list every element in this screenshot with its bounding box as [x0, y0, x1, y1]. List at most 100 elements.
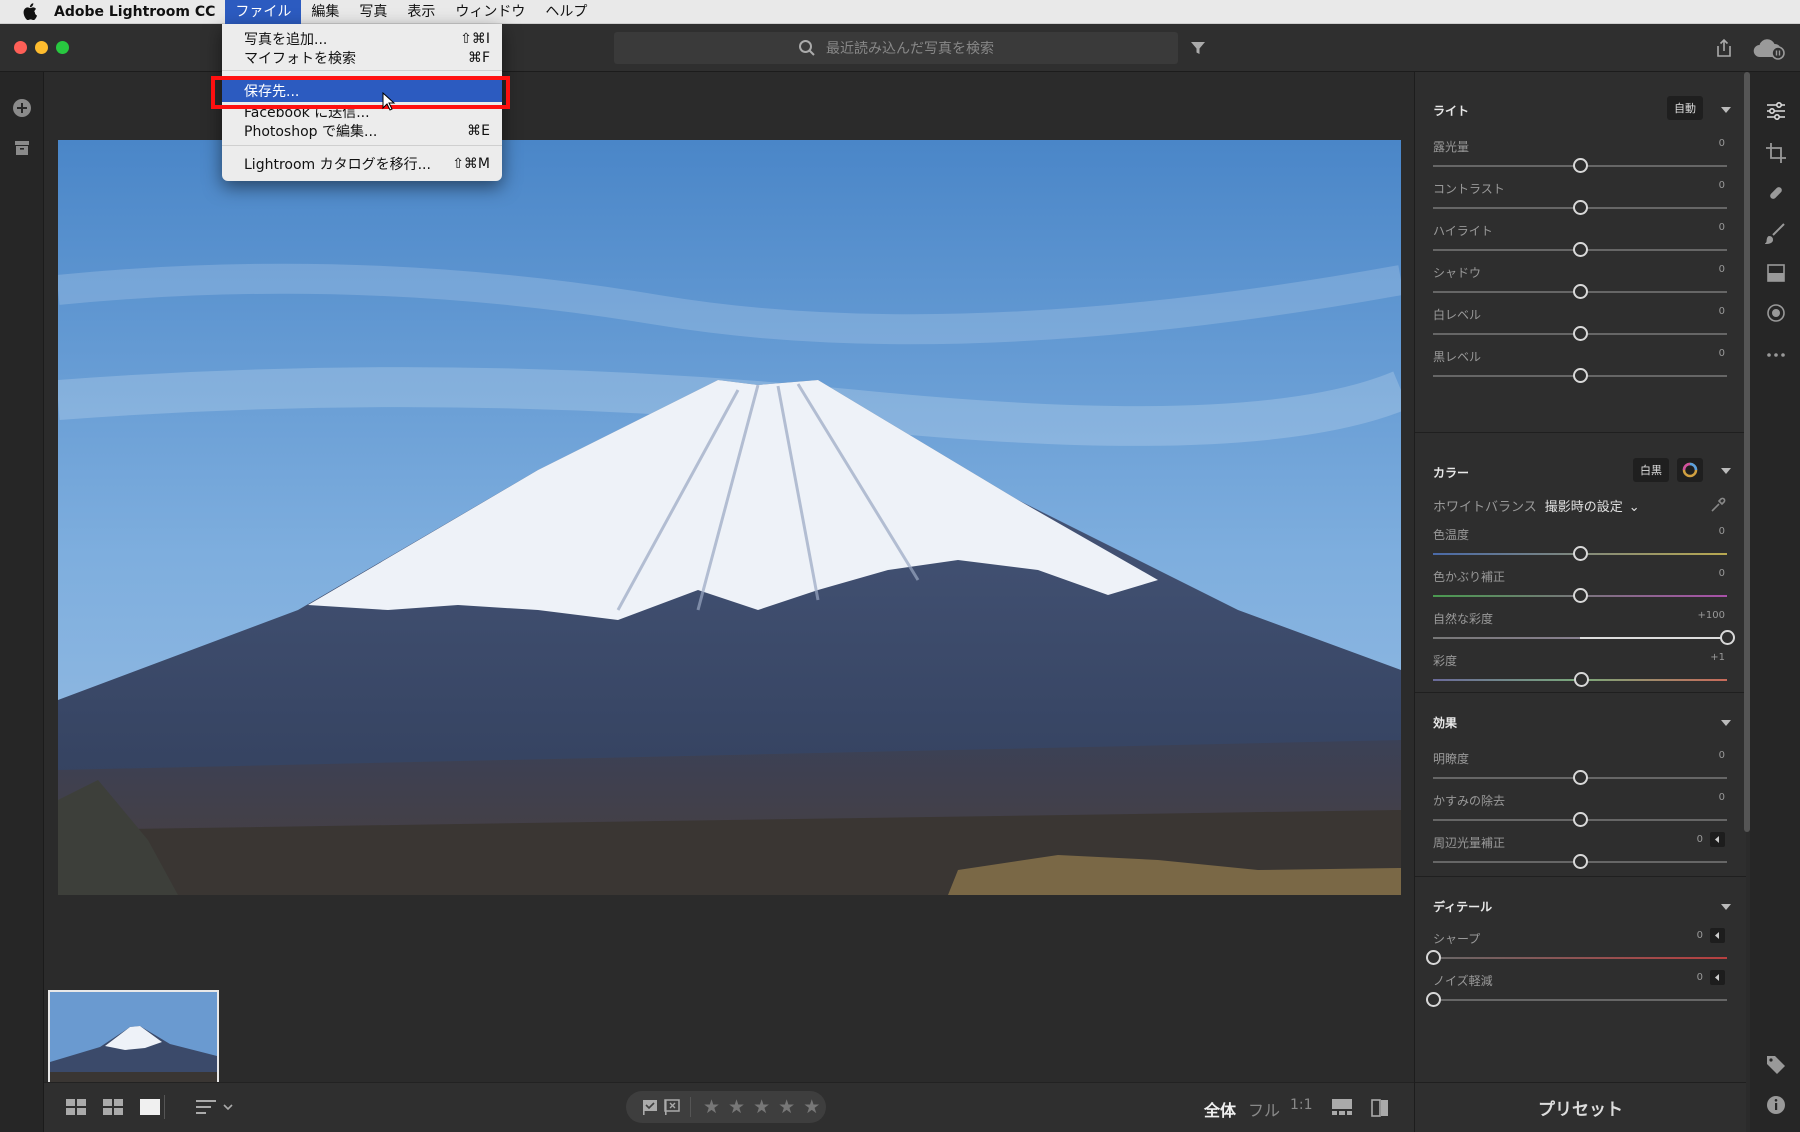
menu-item-migrate-catalog[interactable]: Lightroom カタログを移行... ⇧⌘M	[222, 153, 502, 175]
slider-track[interactable]	[1433, 999, 1727, 1001]
menu-view[interactable]: 表示	[397, 0, 445, 24]
effects-slider-0[interactable]: 明瞭度 0	[1433, 750, 1727, 790]
light-section-title[interactable]: ライト	[1433, 102, 1469, 119]
star-4[interactable]: ★	[778, 1096, 795, 1118]
healing-brush-icon[interactable]	[1765, 182, 1787, 204]
light-slider-3[interactable]: シャドウ 0	[1433, 264, 1727, 304]
square-grid-icon[interactable]	[66, 1098, 86, 1116]
main-photo[interactable]	[58, 140, 1401, 895]
linear-gradient-icon[interactable]	[1765, 262, 1787, 284]
slider-knob[interactable]	[1573, 588, 1588, 603]
slider-value[interactable]: 0	[1719, 138, 1725, 149]
app-name-menu[interactable]: Adobe Lightroom CC	[54, 4, 215, 20]
slider-value[interactable]: 0	[1719, 792, 1725, 803]
filmstrip-thumbnail[interactable]	[48, 990, 219, 1086]
slider-knob[interactable]	[1426, 992, 1441, 1007]
apple-icon[interactable]	[20, 2, 40, 22]
menu-photo[interactable]: 写真	[349, 0, 397, 24]
menu-file[interactable]: ファイル	[225, 0, 302, 24]
slider-knob[interactable]	[1574, 672, 1590, 687]
effects-collapse-chevron-icon[interactable]	[1721, 720, 1731, 726]
brush-icon[interactable]	[1765, 222, 1787, 244]
star-1[interactable]: ★	[703, 1096, 720, 1118]
chevron-down-icon[interactable]: ⌄	[1629, 500, 1640, 515]
slider-value[interactable]: 0	[1719, 568, 1725, 579]
color-slider-1[interactable]: 色かぶり補正 0	[1433, 568, 1727, 608]
slider-value[interactable]: 0	[1697, 930, 1703, 941]
star-2[interactable]: ★	[728, 1096, 745, 1118]
star-3[interactable]: ★	[753, 1096, 770, 1118]
eyedropper-icon[interactable]	[1709, 496, 1727, 514]
expand-arrow-icon[interactable]	[1710, 928, 1725, 943]
minimize-window-button[interactable]	[35, 41, 48, 54]
menu-help[interactable]: ヘルプ	[535, 0, 597, 24]
light-slider-2[interactable]: ハイライト 0	[1433, 222, 1727, 262]
slider-value[interactable]: 0	[1719, 750, 1725, 761]
light-slider-5[interactable]: 黒レベル 0	[1433, 348, 1727, 388]
color-collapse-chevron-icon[interactable]	[1721, 468, 1731, 474]
expand-arrow-icon[interactable]	[1710, 970, 1725, 985]
pick-flag-icon[interactable]	[642, 1099, 658, 1115]
reject-flag-icon[interactable]	[664, 1099, 680, 1115]
menu-item-edit-in-photoshop[interactable]: Photoshop で編集... ⌘E	[222, 120, 502, 142]
auto-button[interactable]: 自動	[1667, 96, 1703, 120]
slider-knob[interactable]	[1573, 284, 1588, 299]
light-slider-1[interactable]: コントラスト 0	[1433, 180, 1727, 220]
share-icon[interactable]	[1715, 38, 1733, 58]
slider-value[interactable]: 0	[1697, 834, 1703, 845]
presets-button[interactable]: プリセット	[1414, 1082, 1746, 1132]
color-section-title[interactable]: カラー	[1433, 464, 1469, 481]
cloud-status-icon[interactable]	[1752, 38, 1786, 60]
effects-section-title[interactable]: 効果	[1433, 714, 1457, 731]
detail-slider-0[interactable]: シャープ 0	[1426, 928, 1727, 970]
zoom-1to1-button[interactable]: 1:1	[1290, 1097, 1313, 1113]
add-photos-icon[interactable]	[12, 98, 32, 118]
slider-value[interactable]: 0	[1719, 348, 1725, 359]
detail-view-icon[interactable]	[140, 1098, 160, 1116]
bw-button[interactable]: 白黒	[1633, 458, 1669, 482]
menu-item-search-my-photos[interactable]: マイフォトを検索 ⌘F	[222, 47, 502, 69]
slider-value[interactable]: 0	[1697, 972, 1703, 983]
slider-knob[interactable]	[1573, 200, 1588, 215]
slider-knob[interactable]	[1720, 630, 1735, 645]
menu-edit[interactable]: 編集	[301, 0, 349, 24]
sort-icon[interactable]	[196, 1098, 234, 1116]
effects-slider-1[interactable]: かすみの除去 0	[1433, 792, 1727, 832]
search-input[interactable]: 最近読み込んだ写真を検索	[614, 32, 1178, 64]
close-window-button[interactable]	[14, 41, 27, 54]
slider-track[interactable]	[1433, 957, 1727, 959]
effects-slider-2[interactable]: 周辺光量補正 0	[1433, 832, 1727, 874]
slider-value[interactable]: 0	[1719, 222, 1725, 233]
slider-value[interactable]: 0	[1719, 526, 1725, 537]
zoom-window-button[interactable]	[56, 41, 69, 54]
library-icon[interactable]	[12, 138, 32, 158]
expand-arrow-icon[interactable]	[1710, 832, 1725, 847]
light-slider-4[interactable]: 白レベル 0	[1433, 306, 1727, 346]
radial-gradient-icon[interactable]	[1765, 302, 1787, 324]
slider-knob[interactable]	[1573, 546, 1588, 561]
filter-icon[interactable]	[1190, 40, 1206, 56]
menu-window[interactable]: ウィンドウ	[445, 0, 535, 24]
zoom-fit-button[interactable]: 全体	[1204, 1097, 1236, 1121]
color-slider-0[interactable]: 色温度 0	[1433, 526, 1727, 566]
more-tools-icon[interactable]	[1765, 344, 1787, 366]
color-slider-2[interactable]: 自然な彩度 +100	[1433, 610, 1735, 650]
photo-grid-icon[interactable]	[103, 1098, 123, 1116]
light-slider-0[interactable]: 露光量 0	[1433, 138, 1727, 178]
color-mixer-button[interactable]	[1677, 458, 1703, 482]
edit-sliders-icon[interactable]	[1765, 100, 1787, 122]
zoom-fill-button[interactable]: フル	[1248, 1097, 1280, 1121]
wb-dropdown[interactable]: 撮影時の設定	[1545, 500, 1623, 515]
detail-collapse-chevron-icon[interactable]	[1721, 904, 1731, 910]
detail-section-title[interactable]: ディテール	[1433, 898, 1492, 915]
info-icon[interactable]	[1765, 1094, 1787, 1116]
slider-knob[interactable]	[1573, 854, 1588, 869]
slider-value[interactable]: 0	[1719, 264, 1725, 275]
slider-knob[interactable]	[1573, 812, 1588, 827]
slider-value[interactable]: +100	[1698, 610, 1725, 621]
star-5[interactable]: ★	[803, 1096, 820, 1118]
slider-knob[interactable]	[1573, 326, 1588, 341]
tag-icon[interactable]	[1765, 1054, 1787, 1076]
slider-knob[interactable]	[1426, 950, 1441, 965]
crop-icon[interactable]	[1765, 142, 1787, 164]
